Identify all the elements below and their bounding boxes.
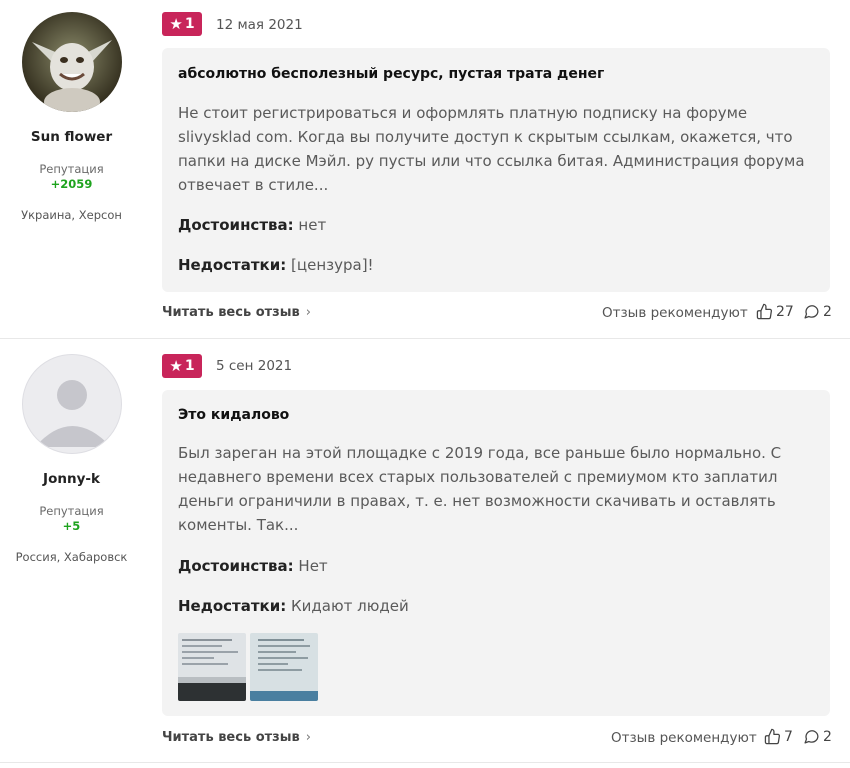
comment-icon xyxy=(804,305,819,319)
cons-label: Недостатки: xyxy=(178,256,287,274)
read-more-label: Читать весь отзыв xyxy=(162,730,300,745)
review-body: Был зареган на этой площадке с 2019 года… xyxy=(178,444,782,534)
review-date: 5 сен 2021 xyxy=(216,358,293,374)
goblin-avatar-image xyxy=(22,12,122,112)
pros-label: Достоинства: xyxy=(178,216,294,234)
reputation-value: +2059 xyxy=(50,177,93,191)
pros-text: Нет xyxy=(298,557,328,575)
comments-button[interactable]: 2 xyxy=(803,303,832,320)
reputation-label: Репутация xyxy=(39,162,104,176)
review-photo-1[interactable] xyxy=(178,633,246,701)
review-title[interactable]: абсолютно бесполезный ресурс, пустая тра… xyxy=(178,66,604,82)
author-name[interactable]: Sun flower xyxy=(0,129,143,145)
reputation-label: Репутация xyxy=(39,504,104,518)
recommend-label: Отзыв рекомендуют xyxy=(611,730,757,746)
comments-button[interactable]: 2 xyxy=(803,728,832,745)
pros-text: нет xyxy=(298,216,327,234)
avatar[interactable] xyxy=(22,12,122,112)
cons-text: [цензура]! xyxy=(291,256,374,274)
cons-label: Недостатки: xyxy=(178,597,287,615)
review-cons: Недостатки: [цензура]! xyxy=(178,256,374,274)
rating-badge: ★ 1 xyxy=(162,354,202,378)
like-count: 27 xyxy=(776,303,794,320)
rating-badge: ★ 1 xyxy=(162,12,202,36)
star-icon: ★ xyxy=(169,356,183,375)
review-cons: Недостатки: Кидают людей xyxy=(178,597,409,615)
like-count: 7 xyxy=(784,728,793,745)
recommend-label: Отзыв рекомендуют xyxy=(602,305,748,321)
thumbs-up-icon xyxy=(764,728,781,745)
like-button[interactable]: 27 xyxy=(756,303,794,320)
default-user-avatar-image xyxy=(35,380,111,447)
chevron-right-icon: › xyxy=(305,730,311,745)
screenshot-photo-2 xyxy=(250,633,318,701)
screenshot-photo-1 xyxy=(178,633,246,701)
chevron-right-icon: › xyxy=(305,305,311,320)
reputation-value: +5 xyxy=(62,519,81,533)
avatar[interactable] xyxy=(22,354,122,454)
review-date: 12 мая 2021 xyxy=(216,17,303,33)
comment-icon xyxy=(804,730,819,744)
review-pros: Достоинства: Нет xyxy=(178,557,328,575)
review-divider xyxy=(0,338,850,339)
review-pros: Достоинства: нет xyxy=(178,216,326,234)
cons-text: Кидают людей xyxy=(291,597,409,615)
review-photo-2[interactable] xyxy=(250,633,318,701)
like-button[interactable]: 7 xyxy=(764,728,793,745)
author-name[interactable]: Jonny-k xyxy=(0,471,143,487)
star-icon: ★ xyxy=(169,14,183,33)
read-more-link[interactable]: Читать весь отзыв › xyxy=(162,730,311,745)
comment-count: 2 xyxy=(823,728,832,745)
comment-count: 2 xyxy=(823,303,832,320)
thumbs-up-icon xyxy=(756,303,773,320)
pros-label: Достоинства: xyxy=(178,557,294,575)
author-location: Россия, Хабаровск xyxy=(15,550,128,564)
rating-value: 1 xyxy=(184,16,195,32)
review-title[interactable]: Это кидалово xyxy=(178,407,289,423)
read-more-link[interactable]: Читать весь отзыв › xyxy=(162,305,311,320)
review-divider xyxy=(0,762,850,763)
author-location: Украина, Херсон xyxy=(21,208,122,222)
review-body: Не стоит регистрироваться и оформлять пл… xyxy=(178,104,805,194)
read-more-label: Читать весь отзыв xyxy=(162,305,300,320)
rating-value: 1 xyxy=(184,358,195,374)
